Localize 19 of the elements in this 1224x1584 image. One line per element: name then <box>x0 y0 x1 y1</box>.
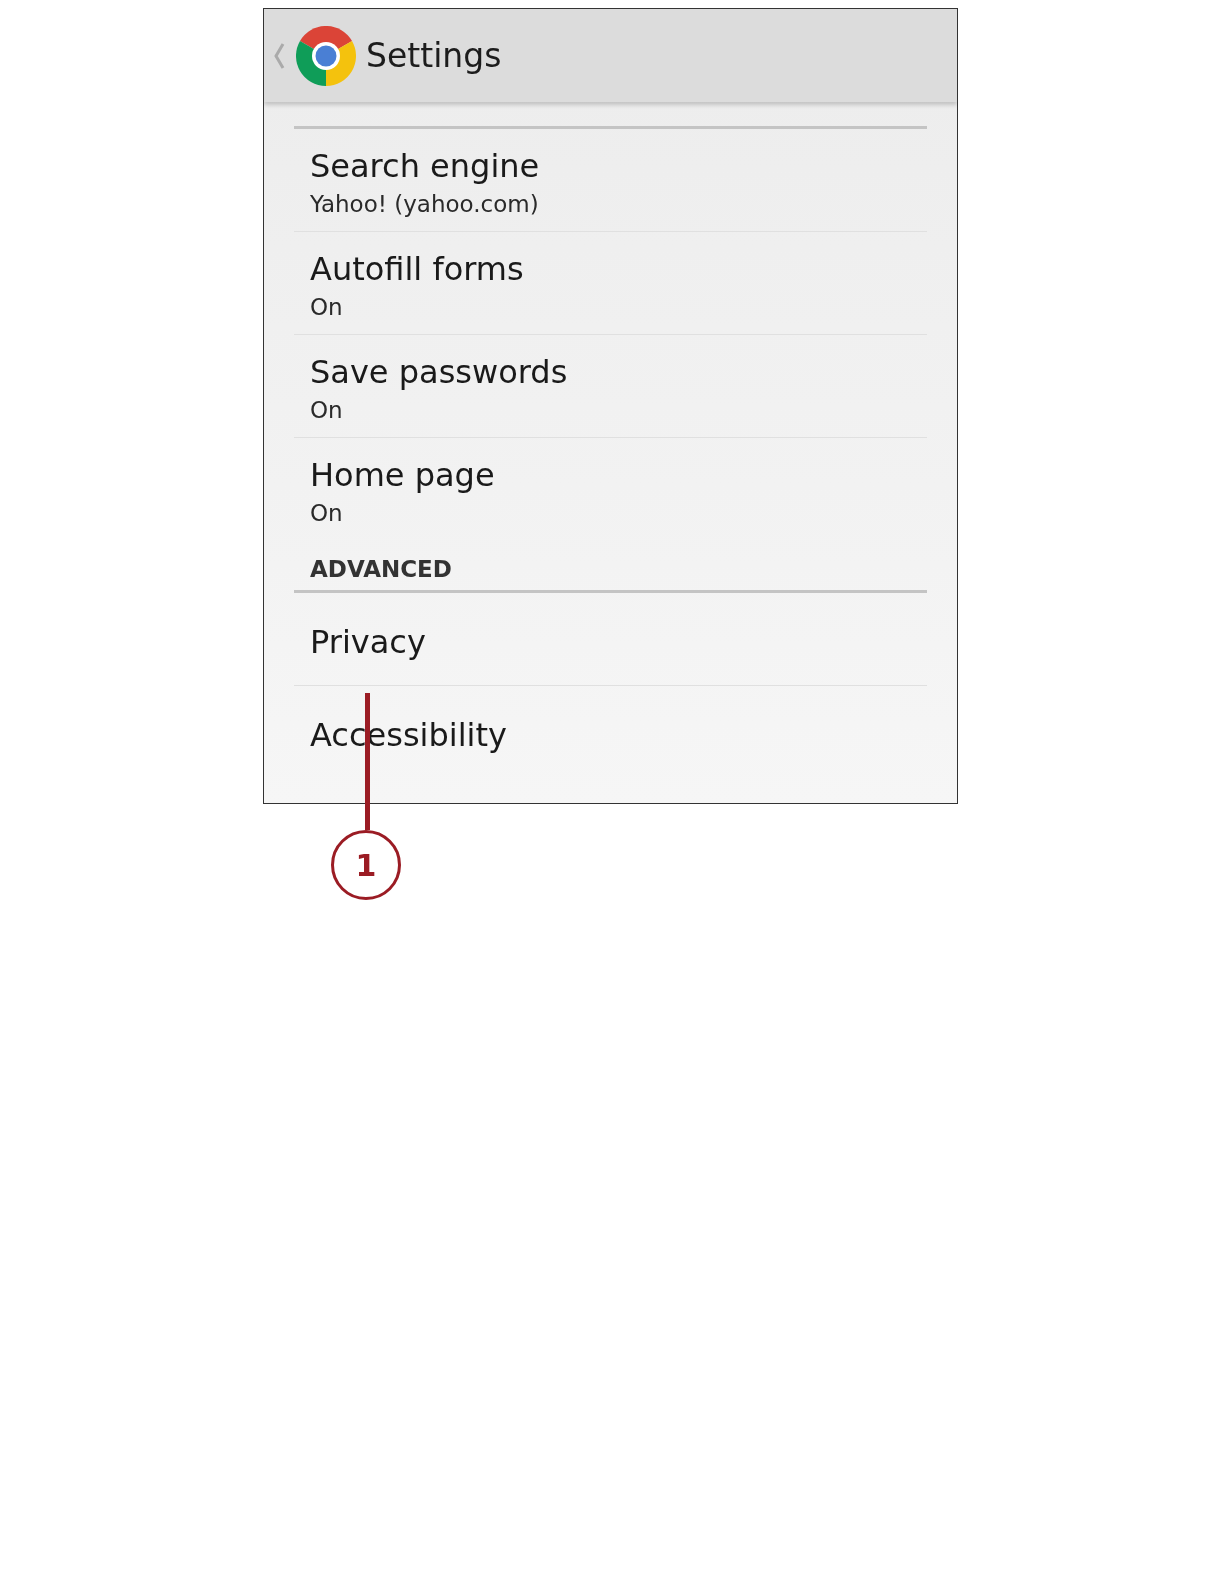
settings-item[interactable]: Save passwords On <box>294 335 927 438</box>
item-summary: Yahoo! (yahoo.com) <box>310 191 539 217</box>
item-summary: On <box>310 397 343 423</box>
settings-item[interactable]: Privacy <box>294 593 927 686</box>
callout-number: 1 <box>331 830 401 900</box>
item-summary: On <box>310 294 343 320</box>
back-icon[interactable] <box>272 41 286 70</box>
item-title: Autofill forms <box>310 250 524 288</box>
settings-item[interactable]: Home page On <box>294 438 927 540</box>
screen-title: Settings <box>366 36 502 75</box>
settings-item[interactable]: Autofill forms On <box>294 232 927 335</box>
item-title: Search engine <box>310 147 540 185</box>
section-heading: ADVANCED <box>310 556 452 582</box>
browser-logo-icon <box>296 25 356 86</box>
item-summary: On <box>310 500 343 526</box>
item-title: Home page <box>310 456 495 494</box>
settings-item[interactable]: Search engine Yahoo! (yahoo.com) <box>294 129 927 232</box>
item-title: Save passwords <box>310 353 568 391</box>
item-title: Privacy <box>310 623 426 661</box>
